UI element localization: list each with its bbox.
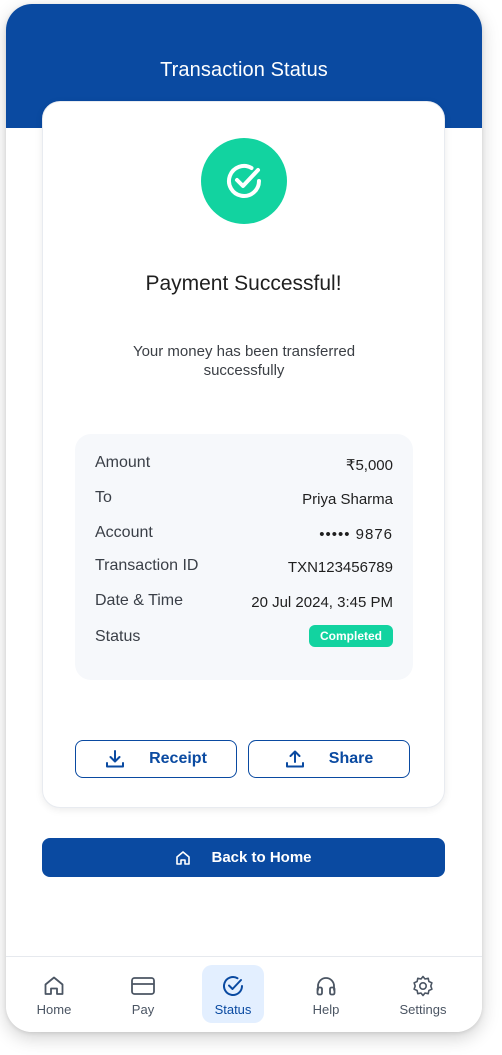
detail-row-transaction-id: Transaction ID TXN123456789 — [95, 557, 393, 579]
detail-label: Account — [95, 524, 153, 541]
detail-label: Amount — [95, 454, 151, 471]
transaction-card: Payment Successful! Your money has been … — [42, 101, 445, 808]
nav-label: Pay — [131, 1002, 155, 1017]
nav-item-home[interactable]: Home — [23, 965, 85, 1023]
detail-row-amount: Amount ₹5,000 — [95, 454, 393, 476]
detail-row-status: Status Completed — [95, 625, 393, 650]
success-subtitle: Your money has been transferred successf… — [132, 343, 356, 379]
share-button[interactable]: Share — [248, 740, 410, 778]
phone-screen: Transaction Status Payment Successful! Y… — [6, 4, 482, 1032]
nav-item-pay[interactable]: Pay — [112, 965, 174, 1023]
detail-row-to: To Priya Sharma — [95, 489, 393, 511]
nav-label: Settings — [399, 1002, 447, 1017]
transaction-details: Amount ₹5,000 To Priya Sharma Account ••… — [75, 434, 413, 680]
back-to-home-button[interactable]: Back to Home — [42, 838, 445, 877]
detail-row-date-time: Date & Time 20 Jul 2024, 3:45 PM — [95, 592, 393, 614]
headphones-icon — [316, 977, 336, 996]
success-badge — [201, 138, 287, 224]
detail-value: ••••• 9876 — [319, 526, 393, 543]
nav-item-help[interactable]: Help — [295, 965, 357, 1023]
home-icon — [176, 850, 191, 865]
share-button-label: Share — [328, 750, 374, 767]
detail-value: TXN123456789 — [287, 559, 393, 576]
detail-value: ₹5,000 — [345, 457, 393, 474]
check-circle-icon — [227, 164, 261, 198]
detail-label: To — [95, 489, 112, 506]
nav-label: Home — [36, 1002, 72, 1017]
home-icon — [44, 976, 64, 995]
upload-icon — [285, 750, 304, 768]
detail-label: Date & Time — [95, 592, 184, 609]
receipt-button[interactable]: Receipt — [75, 740, 237, 778]
detail-value: 20 Jul 2024, 3:45 PM — [251, 594, 393, 611]
gear-icon — [413, 975, 433, 997]
page-title: Transaction Status — [160, 59, 328, 81]
detail-label: Status — [95, 628, 141, 645]
check-circle-icon — [223, 976, 243, 996]
nav-label: Help — [312, 1002, 340, 1017]
card-icon — [131, 977, 155, 995]
detail-value: Priya Sharma — [302, 491, 393, 508]
detail-label: Transaction ID — [95, 557, 199, 574]
bottom-navigation: Home Pay Status Help Settings — [6, 956, 482, 1032]
nav-item-settings[interactable]: Settings — [392, 965, 454, 1023]
detail-row-account: Account ••••• 9876 — [95, 524, 393, 546]
nav-label: Status — [214, 1002, 252, 1017]
receipt-button-label: Receipt — [149, 750, 207, 767]
status-badge: Completed — [308, 625, 393, 647]
success-title: Payment Successful! — [145, 272, 342, 295]
nav-item-status[interactable]: Status — [202, 965, 264, 1023]
download-icon — [106, 750, 125, 768]
back-to-home-label: Back to Home — [211, 849, 312, 866]
